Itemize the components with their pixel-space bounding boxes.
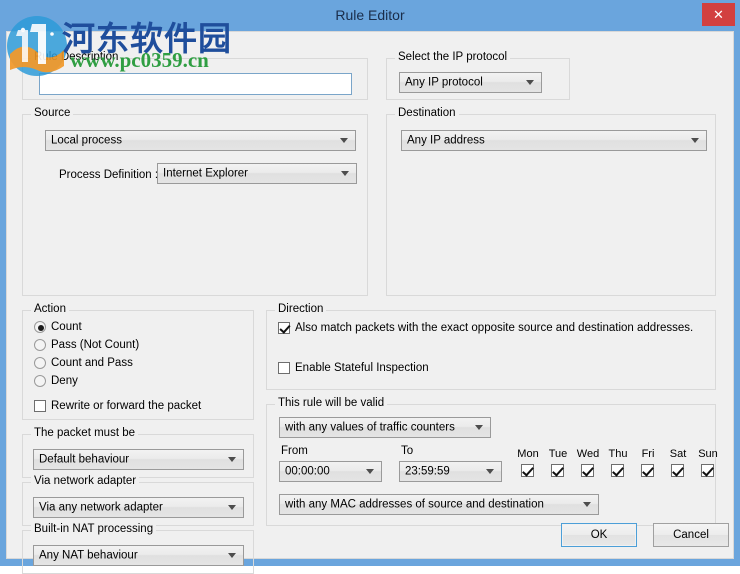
- action-radio-count-and-pass-label: Count and Pass: [51, 357, 133, 369]
- day-sun-label: Sun: [698, 448, 718, 460]
- radio-selected-icon: [34, 321, 46, 333]
- checkbox-unchecked-icon: [34, 400, 46, 412]
- mac-addresses-value: with any MAC addresses of source and des…: [285, 497, 544, 510]
- chevron-down-icon: [583, 501, 592, 508]
- packet-must-be-group-title: The packet must be: [31, 427, 138, 440]
- chevron-down-icon: [486, 468, 495, 475]
- destination-group: Destination Any IP address: [386, 107, 716, 296]
- day-wed-label: Wed: [576, 448, 600, 460]
- packet-must-be-group: The packet must be Default behaviour: [22, 427, 254, 478]
- action-radio-pass-label: Pass (Not Count): [51, 339, 140, 351]
- rule-description-input[interactable]: [39, 73, 352, 95]
- chevron-down-icon: [228, 456, 237, 463]
- chevron-down-icon: [366, 468, 375, 475]
- destination-group-title: Destination: [395, 107, 459, 120]
- process-definition-value: Internet Explorer: [163, 166, 249, 179]
- day-thu-label: Thu: [608, 448, 628, 460]
- network-adapter-value: Via any network adapter: [39, 500, 163, 513]
- nat-group-title: Built-in NAT processing: [31, 523, 157, 536]
- network-adapter-group: Via network adapter Via any network adap…: [22, 475, 254, 526]
- chevron-down-icon: [341, 170, 350, 177]
- title-bar: Rule Editor ✕: [0, 0, 740, 31]
- rule-description-group: Rule Description: [22, 51, 368, 100]
- from-time-value: 00:00:00: [285, 464, 330, 477]
- chevron-down-icon: [228, 504, 237, 511]
- to-time-select[interactable]: 23:59:59: [399, 461, 502, 482]
- traffic-counters-select[interactable]: with any values of traffic counters: [279, 417, 491, 438]
- source-group: Source Local process Process Definition …: [22, 107, 368, 296]
- action-group: Action Count Pass (Not Count) Count and …: [22, 303, 254, 420]
- action-group-title: Action: [31, 303, 69, 316]
- nat-group: Built-in NAT processing Any NAT behaviou…: [22, 523, 254, 574]
- day-wed-checkbox[interactable]: [581, 464, 594, 477]
- destination-value: Any IP address: [407, 133, 485, 146]
- rewrite-packet-label: Rewrite or forward the packet: [51, 400, 202, 412]
- close-icon[interactable]: ✕: [702, 3, 735, 26]
- cancel-button[interactable]: Cancel: [653, 523, 729, 547]
- chevron-down-icon: [340, 137, 349, 144]
- network-adapter-group-title: Via network adapter: [31, 475, 140, 488]
- source-type-value: Local process: [51, 133, 122, 146]
- packet-must-be-select[interactable]: Default behaviour: [33, 449, 244, 470]
- day-sun-checkbox[interactable]: [701, 464, 714, 477]
- day-thu-checkbox[interactable]: [611, 464, 624, 477]
- window-title: Rule Editor: [335, 7, 405, 23]
- process-definition-label: Process Definition :: [59, 169, 159, 181]
- stateful-inspection-label: Enable Stateful Inspection: [295, 362, 429, 374]
- source-group-title: Source: [31, 107, 74, 120]
- source-type-select[interactable]: Local process: [45, 130, 356, 151]
- chevron-down-icon: [691, 137, 700, 144]
- packet-must-be-value: Default behaviour: [39, 452, 130, 465]
- checkbox-checked-icon: [278, 322, 290, 334]
- ip-protocol-select[interactable]: Any IP protocol: [399, 72, 542, 93]
- opposite-addresses-label: Also match packets with the exact opposi…: [295, 322, 694, 334]
- from-time-select[interactable]: 00:00:00: [279, 461, 382, 482]
- day-tue-label: Tue: [548, 448, 568, 460]
- direction-group: Direction Also match packets with the ex…: [266, 303, 716, 390]
- chevron-down-icon: [526, 79, 535, 86]
- mac-addresses-select[interactable]: with any MAC addresses of source and des…: [279, 494, 599, 515]
- chevron-down-icon: [475, 424, 484, 431]
- day-tue-checkbox[interactable]: [551, 464, 564, 477]
- ok-button[interactable]: OK: [561, 523, 637, 547]
- process-definition-select[interactable]: Internet Explorer: [157, 163, 357, 184]
- day-mon-label: Mon: [517, 448, 539, 460]
- destination-select[interactable]: Any IP address: [401, 130, 707, 151]
- day-mon-checkbox[interactable]: [521, 464, 534, 477]
- rule-editor-window: Rule Editor ✕ Rule Description Select th…: [0, 0, 740, 574]
- to-label: To: [401, 445, 414, 457]
- dialog-client-area: Rule Description Select the IP protocol …: [6, 31, 734, 574]
- action-radio-deny-label: Deny: [51, 375, 78, 387]
- chevron-down-icon: [228, 552, 237, 559]
- validity-group: This rule will be valid with any values …: [266, 397, 718, 526]
- day-sat-checkbox[interactable]: [671, 464, 684, 477]
- radio-unselected-icon: [34, 357, 46, 369]
- day-fri-label: Fri: [641, 448, 655, 460]
- checkbox-unchecked-icon: [278, 362, 290, 374]
- ip-protocol-group: Select the IP protocol Any IP protocol: [386, 51, 570, 100]
- traffic-counters-value: with any values of traffic counters: [285, 420, 455, 433]
- network-adapter-select[interactable]: Via any network adapter: [33, 497, 244, 518]
- radio-unselected-icon: [34, 339, 46, 351]
- validity-group-title: This rule will be valid: [275, 397, 388, 410]
- from-label: From: [281, 445, 308, 457]
- to-time-value: 23:59:59: [405, 464, 450, 477]
- day-fri-checkbox[interactable]: [641, 464, 654, 477]
- ip-protocol-value: Any IP protocol: [405, 75, 483, 88]
- rule-description-group-title: Rule Description: [31, 51, 122, 64]
- direction-group-title: Direction: [275, 303, 327, 316]
- nat-select[interactable]: Any NAT behaviour: [33, 545, 244, 566]
- action-radio-count-label: Count: [51, 321, 82, 333]
- radio-unselected-icon: [34, 375, 46, 387]
- ip-protocol-group-title: Select the IP protocol: [395, 51, 511, 64]
- day-sat-label: Sat: [669, 448, 687, 460]
- nat-value: Any NAT behaviour: [39, 548, 138, 561]
